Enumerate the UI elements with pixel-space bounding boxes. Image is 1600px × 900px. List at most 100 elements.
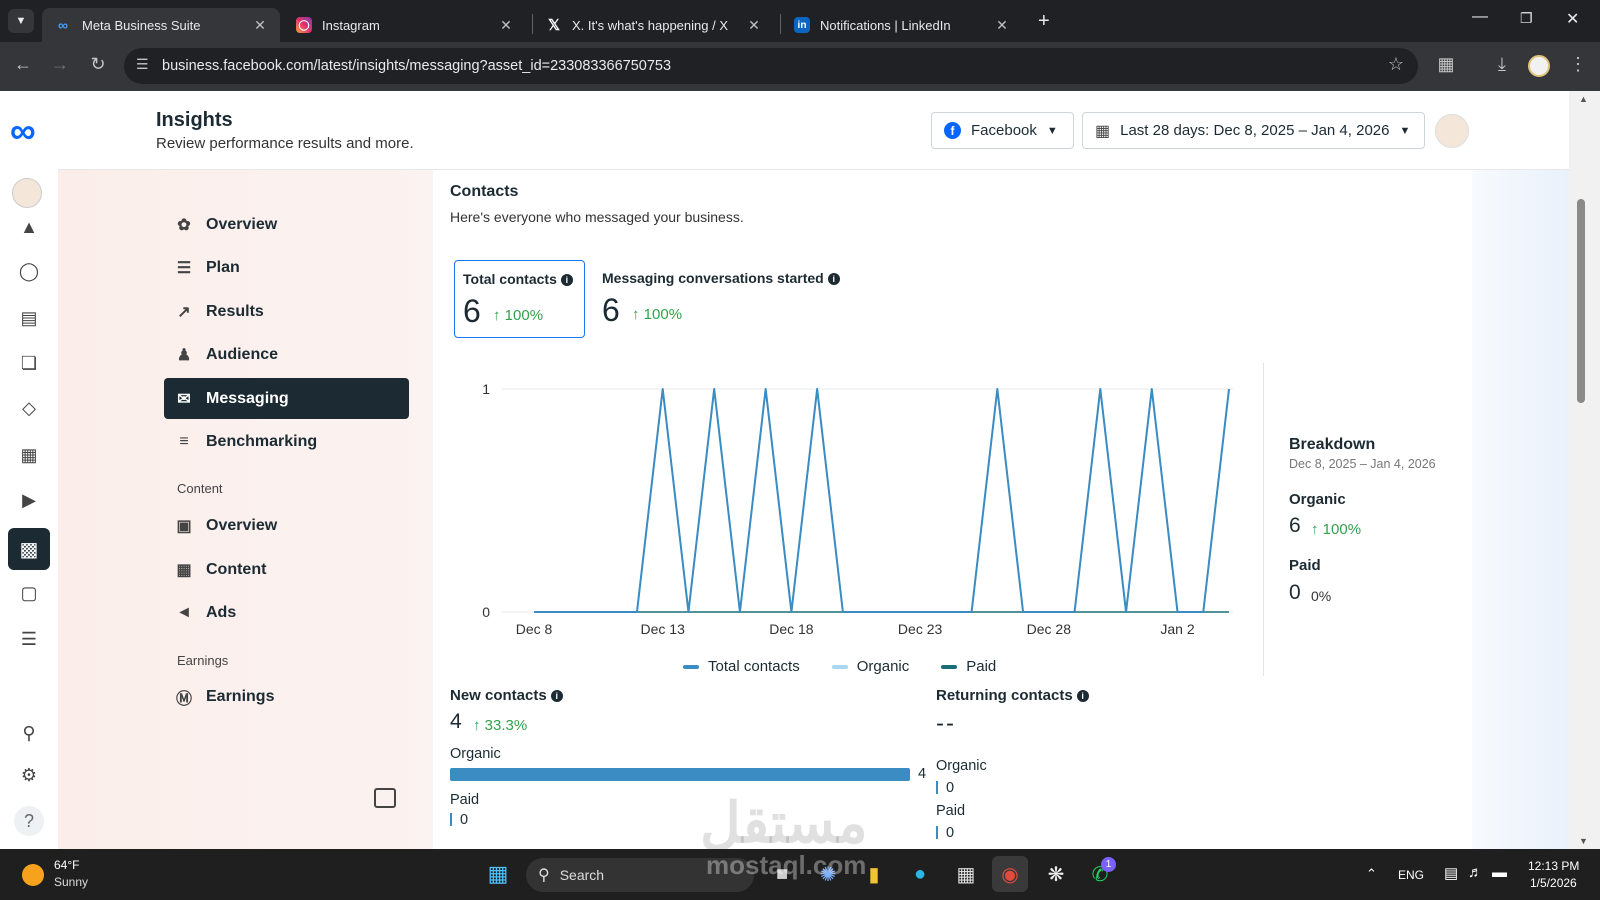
- search-icon[interactable]: ⚲: [14, 718, 44, 748]
- page-title: Insights: [156, 109, 233, 131]
- windows-start-icon[interactable]: ▦: [480, 856, 516, 892]
- close-window-button[interactable]: ✕: [1566, 9, 1579, 29]
- extensions-icon[interactable]: ▦: [1434, 54, 1458, 75]
- breakdown-organic-change: ↑ 100%: [1311, 521, 1361, 538]
- new-organic-bar-track: [450, 768, 910, 781]
- tab-title: Notifications | LinkedIn: [820, 17, 951, 33]
- nav-item-earnings[interactable]: Ⓜ Earnings: [164, 676, 409, 717]
- platform-dropdown[interactable]: f Facebook ▼: [931, 112, 1074, 149]
- total-contacts-value: 6: [463, 293, 481, 329]
- clock-time[interactable]: 12:13 PM: [1528, 859, 1579, 873]
- info-icon[interactable]: i: [827, 273, 840, 285]
- forward-icon[interactable]: →: [48, 54, 72, 75]
- home-icon[interactable]: ▲: [14, 212, 44, 242]
- calendar-grid-icon[interactable]: ▦: [14, 440, 44, 470]
- volume-icon[interactable]: ♬: [1468, 864, 1483, 881]
- chrome-icon[interactable]: ◉: [992, 856, 1028, 892]
- legend-paid[interactable]: Paid: [941, 658, 996, 675]
- info-icon[interactable]: i: [550, 690, 563, 702]
- meta-icon: ∞: [58, 17, 68, 33]
- tab-meta-business-suite[interactable]: ∞ Meta Business Suite ✕: [42, 8, 280, 42]
- nav-item-results[interactable]: ↗ Results: [164, 291, 409, 332]
- clock-date[interactable]: 1/5/2026: [1530, 876, 1577, 890]
- breakdown-organic-label: Organic: [1289, 491, 1346, 508]
- restore-button[interactable]: ❐: [1520, 10, 1533, 27]
- info-icon[interactable]: i: [560, 274, 573, 286]
- watermark-logo: مستقل: [700, 791, 868, 854]
- nav-item-overview[interactable]: ✿ Overview: [164, 204, 409, 245]
- returning-organic-label: Organic: [936, 758, 987, 774]
- page-scrollbar[interactable]: ▲ ▼: [1569, 91, 1600, 849]
- bookmark-star-icon[interactable]: ☆: [1388, 54, 1404, 75]
- contacts-card-icon[interactable]: ▤: [14, 303, 44, 333]
- settings-gear-icon[interactable]: ⚙: [14, 760, 44, 790]
- network-icon[interactable]: ▤: [1444, 864, 1458, 882]
- edge-icon[interactable]: ●: [902, 856, 938, 892]
- legend-label: Total contacts: [708, 658, 800, 675]
- close-icon[interactable]: ✕: [498, 17, 514, 34]
- chatgpt-icon[interactable]: ❋: [1038, 856, 1074, 892]
- breakdown-paid-change: 0%: [1311, 588, 1332, 604]
- account-avatar[interactable]: [1435, 114, 1469, 148]
- page-avatar-icon[interactable]: [12, 178, 42, 208]
- minimize-button[interactable]: —: [1472, 8, 1488, 26]
- new-paid-bar: [450, 813, 452, 826]
- scroll-up-icon[interactable]: ▲: [1579, 94, 1588, 104]
- nav-item-benchmarking[interactable]: ≡ Benchmarking: [164, 421, 409, 462]
- new-tab-button[interactable]: +: [1038, 10, 1050, 33]
- nav-item-content-overview[interactable]: ▣ Overview: [164, 505, 409, 546]
- help-icon[interactable]: ?: [14, 806, 44, 836]
- tab-linkedin[interactable]: in Notifications | LinkedIn ✕: [782, 8, 1022, 42]
- conversations-tile[interactable]: Messaging conversations started i 6 ↑ 100…: [596, 260, 856, 338]
- close-icon[interactable]: ✕: [252, 17, 268, 34]
- close-icon[interactable]: ✕: [994, 17, 1010, 34]
- nav-item-plan[interactable]: ☰ Plan: [164, 247, 409, 288]
- legend-organic[interactable]: Organic: [831, 658, 910, 675]
- nav-item-ads[interactable]: ◄ Ads: [164, 592, 409, 633]
- store-icon[interactable]: ▦: [948, 856, 984, 892]
- all-tools-icon[interactable]: ☰: [14, 624, 44, 654]
- benchmark-icon: ≡: [179, 432, 189, 450]
- close-icon[interactable]: ✕: [746, 17, 762, 34]
- back-icon[interactable]: ←: [11, 54, 35, 75]
- chat-bubble-icon[interactable]: ◯: [14, 256, 44, 286]
- ads-megaphone-icon[interactable]: ▶: [14, 485, 44, 515]
- meta-logo-icon[interactable]: ∞: [10, 110, 36, 152]
- site-info-icon[interactable]: ☰: [136, 56, 149, 73]
- nav-item-messaging[interactable]: ✉ Messaging: [164, 378, 409, 419]
- legend-label: Organic: [856, 658, 910, 675]
- legend-total-contacts[interactable]: Total contacts: [683, 658, 800, 675]
- language-indicator[interactable]: ENG: [1398, 868, 1424, 882]
- scroll-down-icon[interactable]: ▼: [1579, 836, 1588, 846]
- download-icon[interactable]: ⤓: [1490, 54, 1514, 75]
- chat-icon: ✉: [177, 390, 191, 408]
- nav-label: Benchmarking: [206, 432, 318, 450]
- date-range-dropdown[interactable]: ▦ Last 28 days: Dec 8, 2025 – Jan 4, 202…: [1082, 112, 1425, 149]
- tab-x[interactable]: 𝕏 X. It's what's happening / X ✕: [534, 8, 774, 42]
- info-icon[interactable]: i: [1076, 690, 1089, 702]
- address-bar[interactable]: ☰ business.facebook.com/latest/insights/…: [124, 48, 1418, 84]
- people-icon: ♟: [176, 346, 192, 364]
- nav-item-content[interactable]: ▦ Content: [164, 549, 409, 590]
- profile-avatar[interactable]: [1528, 55, 1550, 77]
- insights-icon[interactable]: ▩: [8, 528, 50, 570]
- layers-icon[interactable]: ◇: [14, 393, 44, 423]
- nav-label: Ads: [206, 603, 237, 621]
- tab-instagram[interactable]: ◯ Instagram ✕: [284, 8, 526, 42]
- conversations-change: ↑ 100%: [632, 306, 682, 323]
- weather-sun-icon[interactable]: [22, 864, 44, 886]
- scrollbar-thumb[interactable]: [1577, 199, 1585, 403]
- new-paid-label: Paid: [450, 792, 480, 808]
- tray-chevron-icon[interactable]: ⌃: [1366, 866, 1377, 882]
- posts-icon[interactable]: ❏: [14, 348, 44, 378]
- nav-item-audience[interactable]: ♟ Audience: [164, 334, 409, 375]
- total-contacts-tile[interactable]: Total contacts i 6 ↑ 100%: [454, 260, 585, 338]
- browser-menu-icon[interactable]: ⋮: [1566, 54, 1590, 75]
- collapse-panel-icon[interactable]: [374, 788, 396, 808]
- reload-icon[interactable]: ↻: [86, 54, 110, 75]
- platform-label: Facebook: [971, 122, 1037, 139]
- nav-label: Audience: [206, 345, 279, 363]
- tab-search-button[interactable]: ▼: [8, 9, 34, 33]
- battery-icon[interactable]: ▬: [1492, 864, 1507, 881]
- comments-icon[interactable]: ▢: [14, 578, 44, 608]
